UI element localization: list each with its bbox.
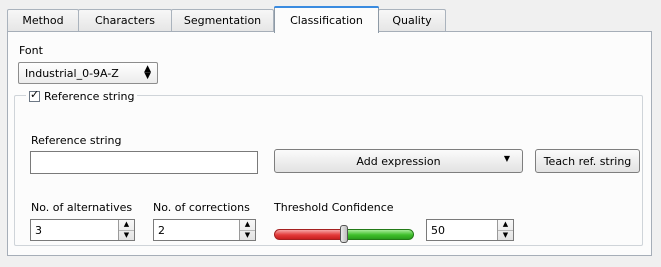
alternatives-spinbox[interactable]: 3 ▲ ▼ (30, 219, 135, 241)
spin-down-icon[interactable]: ▼ (119, 231, 134, 241)
checkbox-checked-icon (29, 88, 40, 102)
tab-segmentation[interactable]: Segmentation (171, 9, 274, 31)
reference-string-input[interactable] (30, 151, 258, 174)
spin-buttons[interactable]: ▲ ▼ (497, 220, 513, 240)
reference-string-group-title: Reference string (44, 89, 135, 103)
dropdown-arrow-icon: ▼ (503, 154, 510, 163)
spin-buttons[interactable]: ▲ ▼ (118, 220, 134, 240)
font-select[interactable]: Industrial_0-9A-Z ▲ ▼ (18, 62, 158, 84)
teach-ref-string-button[interactable]: Teach ref. string (535, 149, 640, 173)
reference-string-label: Reference string (31, 134, 122, 147)
tab-label: Segmentation (183, 14, 262, 27)
tab-label: Classification (290, 13, 363, 27)
tab-characters[interactable]: Characters (78, 9, 172, 31)
threshold-value: 50 (431, 223, 445, 237)
spin-down-icon[interactable]: ▼ (498, 231, 513, 241)
threshold-spinbox[interactable]: 50 ▲ ▼ (426, 219, 514, 241)
font-label: Font (19, 44, 43, 57)
add-expression-label: Add expression (356, 154, 441, 168)
alternatives-value: 3 (35, 223, 42, 237)
spin-up-icon[interactable]: ▲ (240, 220, 255, 231)
slider-track-low (274, 229, 344, 240)
tab-method[interactable]: Method (7, 9, 79, 31)
spin-up-icon[interactable]: ▲ (498, 220, 513, 231)
tab-label: Method (22, 14, 64, 27)
teach-ref-string-label: Teach ref. string (543, 154, 632, 168)
corrections-label: No. of corrections (153, 201, 250, 214)
reference-string-checkbox[interactable]: Reference string (26, 88, 138, 103)
tab-quality[interactable]: Quality (378, 9, 446, 31)
spin-up-icon[interactable]: ▲ (119, 220, 134, 231)
tab-classification[interactable]: Classification (274, 6, 379, 33)
slider-track-high (342, 229, 414, 240)
add-expression-button[interactable]: Add expression ▼ (274, 149, 523, 173)
tab-label: Characters (94, 14, 156, 27)
spin-buttons[interactable]: ▲ ▼ (239, 220, 255, 240)
corrections-spinbox[interactable]: 2 ▲ ▼ (153, 219, 256, 241)
tab-label: Quality (392, 14, 432, 27)
font-select-value: Industrial_0-9A-Z (25, 66, 119, 80)
alternatives-label: No. of alternatives (31, 201, 133, 214)
spin-down-icon[interactable]: ▼ (240, 231, 255, 241)
threshold-label: Threshold Confidence (274, 201, 394, 214)
threshold-slider[interactable] (274, 225, 414, 243)
slider-thumb[interactable] (340, 225, 348, 243)
updown-arrows-icon: ▲ ▼ (144, 64, 151, 81)
corrections-value: 2 (158, 223, 165, 237)
